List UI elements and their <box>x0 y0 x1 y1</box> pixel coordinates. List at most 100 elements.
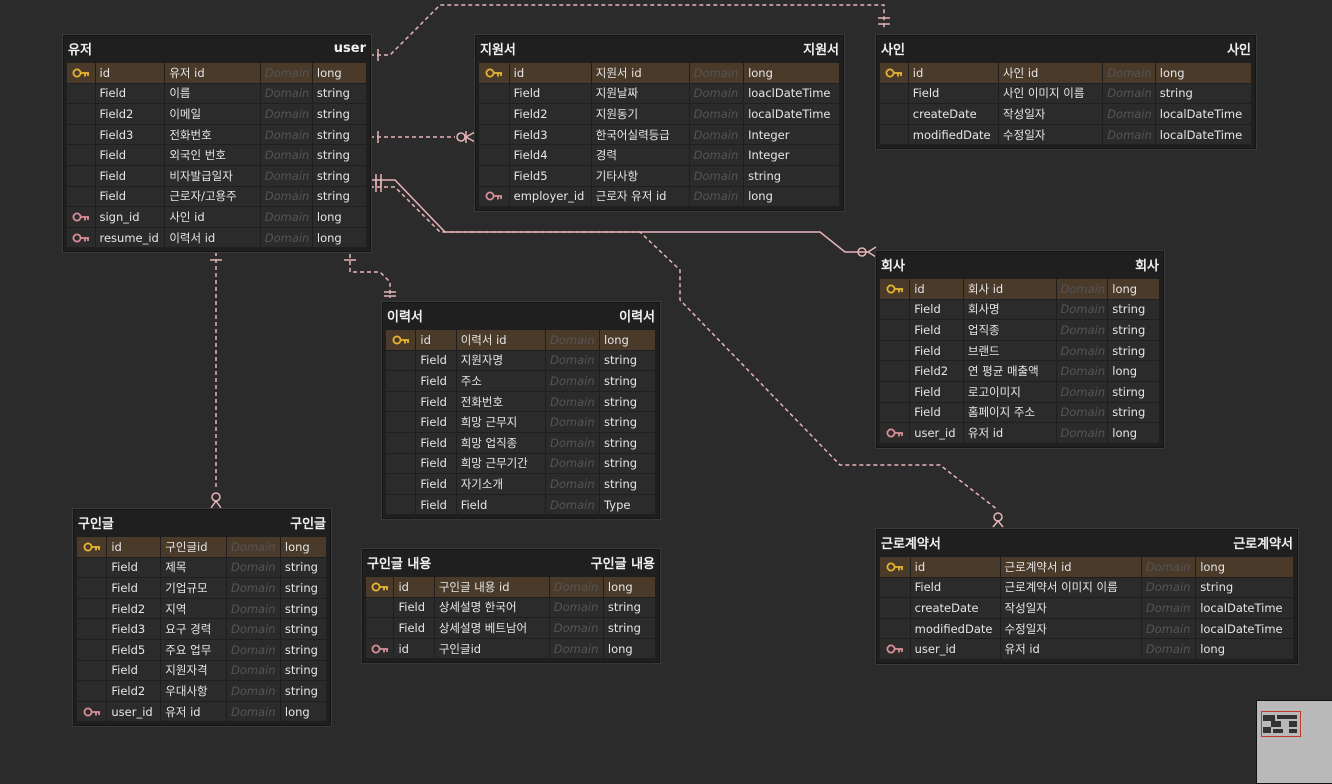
column-row[interactable]: createDate 작성일자 Domain localDateTime <box>880 598 1294 619</box>
column-logical-name: 우대사항 <box>161 681 226 701</box>
column-row[interactable]: Field5 기타사항 Domain string <box>479 165 840 187</box>
column-name: id <box>908 63 999 83</box>
table-resume[interactable]: 이력서 이력서 id 이력서 id Domain long Field 지원자명 Domain s… <box>382 302 660 520</box>
table-job-post[interactable]: 구인글 구인글 id 구인글id Domain long Field 제목 Domain stri… <box>73 509 331 727</box>
column-name: Field3 <box>509 124 591 145</box>
column-row[interactable]: Field2 지역 Domain string <box>77 598 327 620</box>
column-logical-name: 주소 <box>456 371 546 391</box>
column-row[interactable]: Field 제목 Domain string <box>77 557 327 579</box>
column-type: string <box>312 83 366 104</box>
column-row[interactable]: Field 홈페이지 주소 Domain string <box>880 402 1160 424</box>
column-row[interactable]: resume_id 이력서 id Domain long <box>67 227 367 249</box>
column-type: long <box>1155 63 1251 83</box>
table-job-post-content[interactable]: 구인글 내용 구인글 내용 id 구인글 내용 id Domain long Field 상세… <box>362 549 660 664</box>
column-logical-name: 지원자격 <box>161 660 226 681</box>
column-row[interactable]: user_id 유저 id Domain long <box>77 701 327 723</box>
column-row[interactable]: Field 브랜드 Domain string <box>880 340 1160 362</box>
column-row[interactable]: employer_id 근로자 유저 id Domain long <box>479 186 840 208</box>
column-row[interactable]: Field 회사명 Domain string <box>880 299 1160 321</box>
column-row[interactable]: Field5 주요 업무 Domain string <box>77 639 327 661</box>
table-contract[interactable]: 근로계약서 근로계약서 id 근로계약서 id Domain long Field 근로계약서… <box>876 529 1298 664</box>
column-row[interactable]: Field3 전화번호 Domain string <box>67 124 367 146</box>
column-row[interactable]: id 근로계약서 id Domain long <box>880 557 1294 578</box>
table-sign[interactable]: 사인 사인 id 사인 id Domain long Field 사인 이미지 이름 Domai… <box>876 35 1256 150</box>
column-row[interactable]: modifiedDate 수정일자 Domain localDateTime <box>880 124 1252 146</box>
column-row[interactable]: Field 기업규모 Domain string <box>77 578 327 599</box>
column-row[interactable]: id 유저 id Domain long <box>67 63 367 84</box>
column-row[interactable]: id 구인글id Domain long <box>77 537 327 558</box>
column-name: Field <box>95 186 165 207</box>
column-type: loaclDateTime <box>744 83 840 104</box>
column-name: id <box>394 638 434 659</box>
column-row[interactable]: id 지원서 id Domain long <box>479 63 840 84</box>
column-type: long <box>1108 361 1159 381</box>
column-logical-name: 제목 <box>161 557 226 578</box>
column-icon-slot <box>880 618 910 639</box>
column-row[interactable]: Field2 우대사항 Domain string <box>77 681 327 702</box>
column-row[interactable]: Field 희망 업직종 Domain string <box>386 432 656 454</box>
column-icon-slot <box>77 578 107 598</box>
column-domain: Domain <box>226 578 280 598</box>
column-row[interactable]: Field 업직종 Domain string <box>880 320 1160 341</box>
column-row[interactable]: Field 주소 Domain string <box>386 371 656 392</box>
column-row[interactable]: Field2 지원동기 Domain localDateTime <box>479 104 840 125</box>
column-row[interactable]: Field 근로자/고용주 Domain string <box>67 186 367 208</box>
column-row[interactable]: Field 비자발급일자 Domain string <box>67 165 367 187</box>
column-logical-name: 브랜드 <box>963 340 1056 361</box>
minimap-viewport[interactable] <box>1261 711 1301 737</box>
column-row[interactable]: Field2 이메일 Domain string <box>67 104 367 125</box>
column-row[interactable]: Field 이름 Domain string <box>67 83 367 105</box>
column-row[interactable]: Field3 요구 경력 Domain string <box>77 619 327 640</box>
column-row[interactable]: modifiedDate 수정일자 Domain localDateTime <box>880 618 1294 640</box>
column-name: resume_id <box>95 227 165 248</box>
column-logical-name: 유저 id <box>161 701 226 722</box>
table-application[interactable]: 지원서 지원서 id 지원서 id Domain long Field 지원날짜 Domain l… <box>475 35 844 212</box>
column-row[interactable]: Field 희망 근무기간 Domain string <box>386 453 656 475</box>
column-row[interactable]: id 이력서 id Domain long <box>386 330 656 351</box>
column-row[interactable]: Field 외국인 번호 Domain string <box>67 145 367 166</box>
column-domain: Domain <box>1056 361 1108 381</box>
minimap[interactable] <box>1256 700 1332 784</box>
column-icon-slot <box>880 361 910 381</box>
column-row[interactable]: sign_id 사인 id Domain long <box>67 207 367 228</box>
column-row[interactable]: Field 희망 근무지 Domain string <box>386 412 656 433</box>
column-row[interactable]: Field 지원자격 Domain string <box>77 660 327 682</box>
column-row[interactable]: id 회사 id Domain long <box>880 279 1160 300</box>
column-logical-name: 외국인 번호 <box>165 145 260 165</box>
column-row[interactable]: Field 사인 이미지 이름 Domain string <box>880 83 1252 105</box>
column-row[interactable]: Field 상세설명 베트남어 Domain string <box>366 618 656 639</box>
column-name: Field2 <box>95 104 165 124</box>
table-title: 근로계약서 <box>881 536 941 552</box>
table-user[interactable]: 유저 user id 유저 id Domain long Field 이름 Domain stri… <box>63 35 371 253</box>
column-row[interactable]: Field4 경력 Domain Integer <box>479 145 840 166</box>
column-row[interactable]: createDate 작성일자 Domain localDateTime <box>880 104 1252 125</box>
column-type: string <box>1108 340 1159 361</box>
column-row[interactable]: Field Field Domain Type <box>386 494 656 516</box>
column-row[interactable]: Field3 한국어실력등급 Domain Integer <box>479 124 840 146</box>
column-row[interactable]: id 사인 id Domain long <box>880 63 1252 84</box>
table-company[interactable]: 회사 회사 id 회사 id Domain long Field 회사명 Domain strin… <box>876 251 1164 448</box>
column-row[interactable]: Field 지원자명 Domain string <box>386 350 656 372</box>
column-logical-name: 근로자 유저 id <box>591 186 689 207</box>
column-domain: Domain <box>546 330 600 350</box>
column-row[interactable]: user_id 유저 id Domain long <box>880 423 1160 444</box>
column-icon-slot <box>67 124 95 145</box>
column-row[interactable]: id 구인글 내용 id Domain long <box>366 577 656 598</box>
column-domain: Domain <box>226 537 280 557</box>
column-icon-slot <box>386 391 416 412</box>
column-row[interactable]: Field2 연 평균 매출액 Domain long <box>880 361 1160 382</box>
column-row[interactable]: Field 근로계약서 이미지 이름 Domain string <box>880 577 1294 599</box>
column-name: Field5 <box>107 639 161 660</box>
column-domain: Domain <box>1141 577 1196 598</box>
column-row[interactable]: Field 로고이미지 Domain stirng <box>880 381 1160 403</box>
column-name: Field <box>107 578 161 598</box>
column-row[interactable]: Field 지원날짜 Domain loaclDateTime <box>479 83 840 105</box>
column-type: Integer <box>744 145 840 165</box>
column-row[interactable]: user_id 유저 id Domain long <box>880 639 1294 660</box>
column-row[interactable]: Field 상세설명 한국어 Domain string <box>366 597 656 619</box>
column-row[interactable]: id 구인글id Domain long <box>366 638 656 660</box>
column-type: stirng <box>1108 381 1159 402</box>
column-row[interactable]: Field 전화번호 Domain string <box>386 391 656 413</box>
column-name: Field <box>95 83 165 104</box>
column-row[interactable]: Field 자기소개 Domain string <box>386 474 656 495</box>
